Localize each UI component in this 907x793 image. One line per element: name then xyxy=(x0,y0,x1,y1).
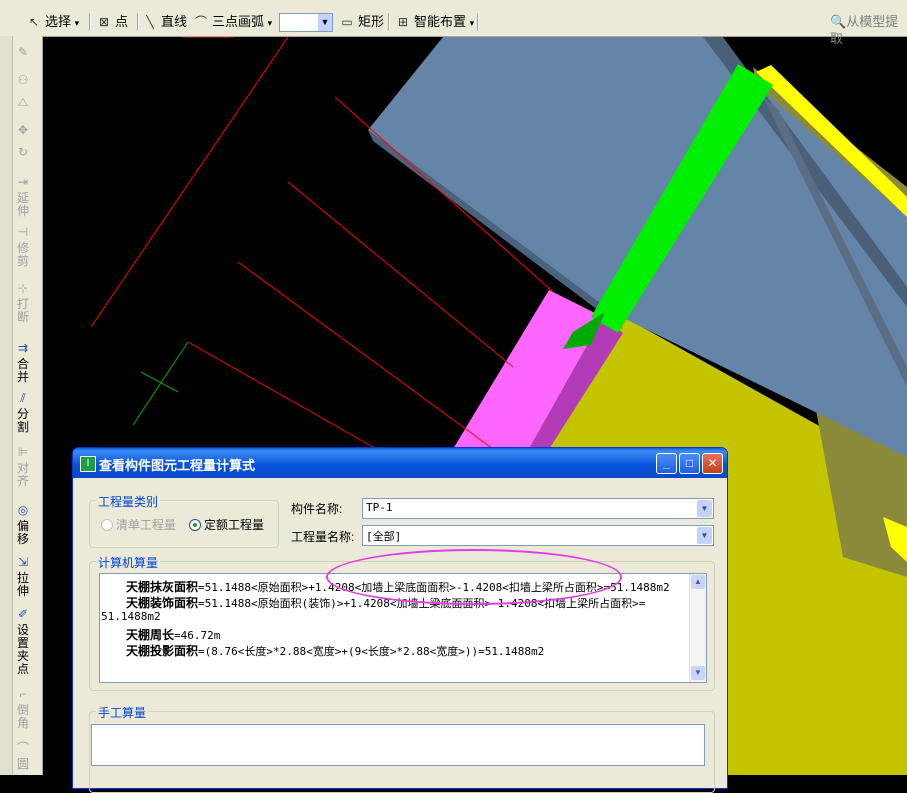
chevron-down-icon: ▼ xyxy=(318,14,332,31)
stretch-tool[interactable]: ⇲ 拉伸 xyxy=(14,556,32,598)
radio-checked-icon xyxy=(189,519,201,531)
mirror-icon: ⧍ xyxy=(17,95,29,109)
scroll-up-icon[interactable]: ▲ xyxy=(691,575,705,589)
chevron-down-icon: ▼ xyxy=(697,500,712,517)
break-tool[interactable]: ⊹ 打断 xyxy=(14,282,32,324)
manual-calc-input[interactable] xyxy=(91,724,705,766)
calc-line: 天棚投影面积=(8.76<长度>*2.88<宽度>+(9<长度>*2.88<宽度… xyxy=(126,644,545,658)
axis-line xyxy=(132,341,189,426)
chamfer-icon: ⌐ xyxy=(19,687,27,701)
minimize-button[interactable]: _ xyxy=(656,453,677,474)
axis-line xyxy=(140,371,179,393)
trim-tool[interactable]: ⊣ 修剪 xyxy=(14,226,32,268)
dialog-titlebar[interactable]: I 查看构件图元工程量计算式 _ □ ✕ xyxy=(73,448,727,478)
trim-icon: ⊣ xyxy=(17,225,29,239)
maximize-button[interactable]: □ xyxy=(679,453,700,474)
extend-icon: ⇥ xyxy=(17,175,29,189)
line-icon: ╲ xyxy=(146,15,154,29)
toolbar-divider xyxy=(137,13,139,31)
copy-tool[interactable]: ⚇ xyxy=(14,74,32,90)
red-line xyxy=(187,341,374,448)
red-line xyxy=(237,261,494,450)
list-quantity-radio[interactable]: 清单工程量 xyxy=(101,516,176,533)
toolbar-divider xyxy=(89,13,91,31)
close-button[interactable]: ✕ xyxy=(702,453,723,474)
break-icon: ⊹ xyxy=(17,281,29,295)
scroll-down-icon[interactable]: ▼ xyxy=(691,666,705,680)
quota-quantity-radio[interactable]: 定额工程量 xyxy=(189,516,264,533)
select-tool[interactable]: ↖ 选择 ▾ xyxy=(26,12,79,32)
smart-layout-tool[interactable]: ⊞ 智能布置 ▾ xyxy=(395,12,474,32)
cursor-icon: ↖ xyxy=(28,15,40,29)
app-icon: I xyxy=(80,456,96,472)
modify-toolbar: ✎ ⚇ ⧍ ✥ ↻ ⇥ 延伸 ⊣ 修剪 ⊹ 打断 ⇉ 合并 ⫽ 分割 ⊫ 对齐 ◎ 偏移 ⇲ 拉… xyxy=(0,36,43,775)
shape-combo[interactable]: ▼ xyxy=(279,13,333,32)
grid-icon: ⊞ xyxy=(397,15,409,29)
pinch-icon: ✐ xyxy=(17,607,29,621)
red-line xyxy=(90,37,289,328)
highlight-ellipse xyxy=(326,549,622,605)
offset-tool[interactable]: ◎ 偏移 xyxy=(14,504,32,546)
quantity-name-select[interactable]: [全部] ▼ xyxy=(362,525,714,546)
minimize-icon: _ xyxy=(663,456,670,470)
calc-line: 天棚周长=46.72m xyxy=(126,628,221,642)
pen-icon: ✎ xyxy=(17,45,29,59)
radio-icon xyxy=(101,519,113,531)
toolbar-divider xyxy=(388,13,390,31)
rectangle-icon: ▭ xyxy=(341,15,353,29)
maximize-icon: □ xyxy=(685,456,694,470)
rect-tool[interactable]: ▭ 矩形 xyxy=(339,12,384,32)
search-icon: 🔍 xyxy=(830,14,847,29)
mirror-tool[interactable]: ⧍ xyxy=(14,96,32,112)
arc-tool[interactable]: ⌒ 三点画弧 ▾ xyxy=(193,12,272,32)
close-icon: ✕ xyxy=(707,456,718,470)
line-tool[interactable]: ╲ 直线 xyxy=(142,12,187,32)
quantity-name-label: 工程量名称: xyxy=(291,530,355,544)
category-group-title: 工程量类别 xyxy=(96,493,161,510)
manual-calc-title: 手工算量 xyxy=(96,704,149,721)
point-icon: ⊠ xyxy=(98,15,110,29)
component-name-label: 构件名称: xyxy=(291,502,343,516)
set-pinch-tool[interactable]: ✐ 设置夹点 xyxy=(14,608,32,676)
calc-line: 51.1488m2 xyxy=(101,610,161,623)
align-icon: ⊫ xyxy=(17,445,29,459)
vertical-scrollbar[interactable]: ▲ ▼ xyxy=(689,574,706,682)
computer-calc-title: 计算机算量 xyxy=(96,554,161,571)
extract-from-model-button[interactable]: 🔍从模型提取 xyxy=(830,13,907,46)
dialog-title: 查看构件图元工程量计算式 xyxy=(99,458,256,473)
merge-icon: ⇉ xyxy=(17,341,29,355)
rotate-icon: ↻ xyxy=(17,145,29,159)
fillet-icon: ⌒ xyxy=(16,741,29,755)
pen-tool[interactable]: ✎ xyxy=(14,46,32,62)
chamfer-tool[interactable]: ⌐ 倒角 xyxy=(14,688,32,730)
rotate-tool[interactable]: ↻ xyxy=(14,146,32,162)
point-tool[interactable]: ⊠ 点 xyxy=(96,12,128,32)
stretch-icon: ⇲ xyxy=(17,555,29,569)
split-icon: ⫽ xyxy=(20,391,26,405)
calc-formula-dialog: I 查看构件图元工程量计算式 _ □ ✕ 工程量类别 清单工程量 定额工程量 构… xyxy=(72,447,728,793)
fillet-tool[interactable]: ⌒ 圆 xyxy=(14,742,32,771)
arc-icon: ⌒ xyxy=(194,15,207,29)
move-tool[interactable]: ✥ xyxy=(14,124,32,140)
draw-toolbar: ↖ 选择 ▾ ⊠ 点 ╲ 直线 ⌒ 三点画弧 ▾ ▼ ▭ 矩形 ⊞ 智能布置 ▾ 🔍从模型提… xyxy=(0,8,907,46)
move-icon: ✥ xyxy=(17,123,29,137)
toolbar-divider xyxy=(477,13,479,31)
component-name-select[interactable]: TP-1 ▼ xyxy=(362,498,714,519)
split-tool[interactable]: ⫽ 分割 xyxy=(14,392,32,434)
left-edge-panel xyxy=(0,36,13,775)
chevron-down-icon: ▼ xyxy=(697,527,712,544)
extend-tool[interactable]: ⇥ 延伸 xyxy=(14,176,32,218)
copy-icon: ⚇ xyxy=(17,73,29,87)
align-tool[interactable]: ⊫ 对齐 xyxy=(14,446,32,488)
offset-icon: ◎ xyxy=(17,503,29,517)
merge-tool[interactable]: ⇉ 合并 xyxy=(14,342,32,384)
